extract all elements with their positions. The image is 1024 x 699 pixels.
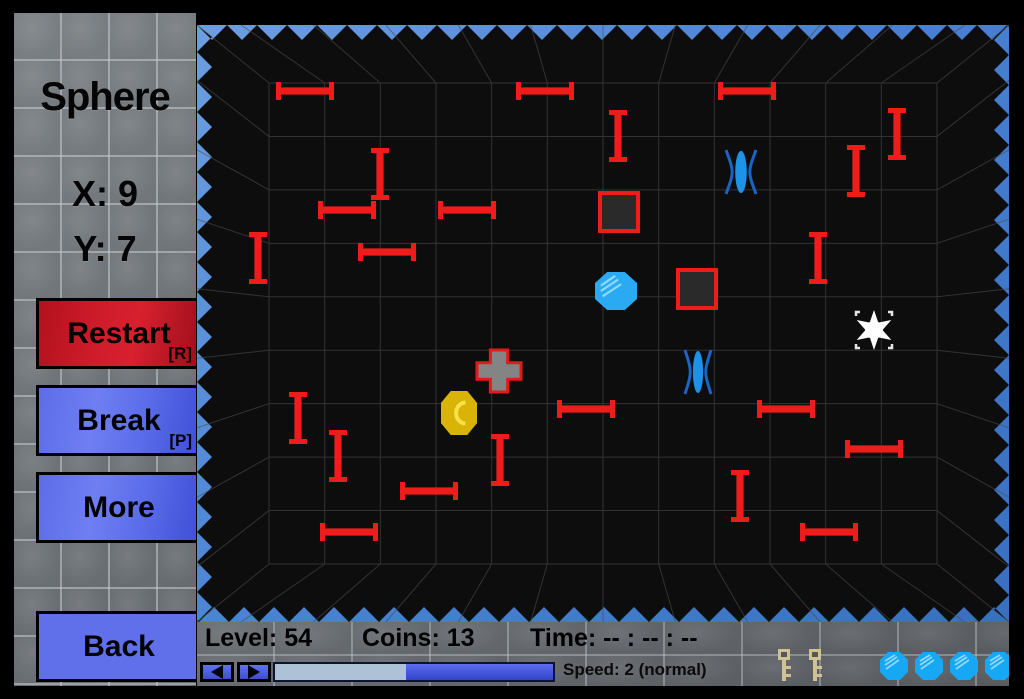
wall-segment xyxy=(491,434,509,486)
coins-label: Coins: 13 xyxy=(362,624,475,652)
key-icon xyxy=(809,649,822,681)
wall-segment xyxy=(320,523,378,541)
wall-segment xyxy=(845,440,903,458)
spring-icon xyxy=(724,149,758,195)
wall-segment xyxy=(557,400,615,418)
level-label: Level: 54 xyxy=(205,624,313,652)
wall-segment xyxy=(438,201,496,219)
sidebar: Sphere X: 9 Y: 7 Restart [R] Break [P] M… xyxy=(14,13,196,686)
key-icon xyxy=(778,649,791,681)
wall-segment xyxy=(289,392,307,444)
cross-block xyxy=(475,348,523,394)
break-button-label: Break xyxy=(77,403,161,437)
progress-bar-fill xyxy=(275,664,406,680)
wall-segment xyxy=(609,110,627,162)
wall-segment xyxy=(757,400,815,418)
wall-segment xyxy=(800,523,858,541)
wall-segment xyxy=(329,430,347,482)
wall-segment xyxy=(318,201,376,219)
back-button[interactable]: Back xyxy=(36,611,196,682)
page-title: Sphere xyxy=(40,75,171,119)
wall-segment xyxy=(718,82,776,100)
wall-segment xyxy=(809,232,827,284)
game-board[interactable] xyxy=(197,25,1009,622)
speed-label: Speed: 2 (normal) xyxy=(563,660,707,679)
break-button[interactable]: Break [P] xyxy=(36,385,196,456)
coin-icon xyxy=(985,652,1009,680)
wall-segment xyxy=(400,482,458,500)
next-level-button[interactable] xyxy=(237,662,271,682)
back-button-label: Back xyxy=(83,629,155,663)
coin-icon xyxy=(950,652,978,680)
wall-segment xyxy=(371,148,389,200)
wall-segment xyxy=(516,82,574,100)
break-shortcut: [P] xyxy=(169,431,192,450)
restart-button[interactable]: Restart [R] xyxy=(36,298,196,369)
previous-level-button[interactable] xyxy=(200,662,234,682)
game-window: Sphere X: 9 Y: 7 Restart [R] Break [P] M… xyxy=(0,0,1024,699)
wall-segment xyxy=(276,82,334,100)
more-button[interactable]: More xyxy=(36,472,196,543)
coin-icon xyxy=(915,652,943,680)
restart-button-label: Restart xyxy=(67,316,171,350)
wall-segment xyxy=(847,145,865,197)
more-button-label: More xyxy=(83,490,155,524)
left-triangle-icon xyxy=(211,665,223,679)
gold-gem xyxy=(441,391,477,435)
stat-y-value: Y: 7 xyxy=(73,228,137,269)
stat-x-value: X: 9 xyxy=(71,173,139,214)
board-objects-layer xyxy=(197,25,1009,622)
sphere-player[interactable] xyxy=(852,308,896,352)
spring-icon xyxy=(683,349,713,395)
restart-shortcut: [R] xyxy=(168,344,192,363)
time-label: Time: -- : -- : -- xyxy=(530,624,698,652)
progress-bar[interactable] xyxy=(273,662,555,682)
hole-target xyxy=(676,268,718,310)
wall-segment xyxy=(731,470,749,522)
wall-segment xyxy=(358,243,416,261)
board-coin xyxy=(595,272,637,310)
right-triangle-icon xyxy=(248,665,260,679)
status-bar: Level: 54 Coins: 13 Time: -- : -- : -- S… xyxy=(197,622,1009,686)
wall-segment xyxy=(888,108,906,160)
coin-icon xyxy=(880,652,908,680)
wall-segment xyxy=(249,232,267,284)
hole-target xyxy=(598,191,640,233)
